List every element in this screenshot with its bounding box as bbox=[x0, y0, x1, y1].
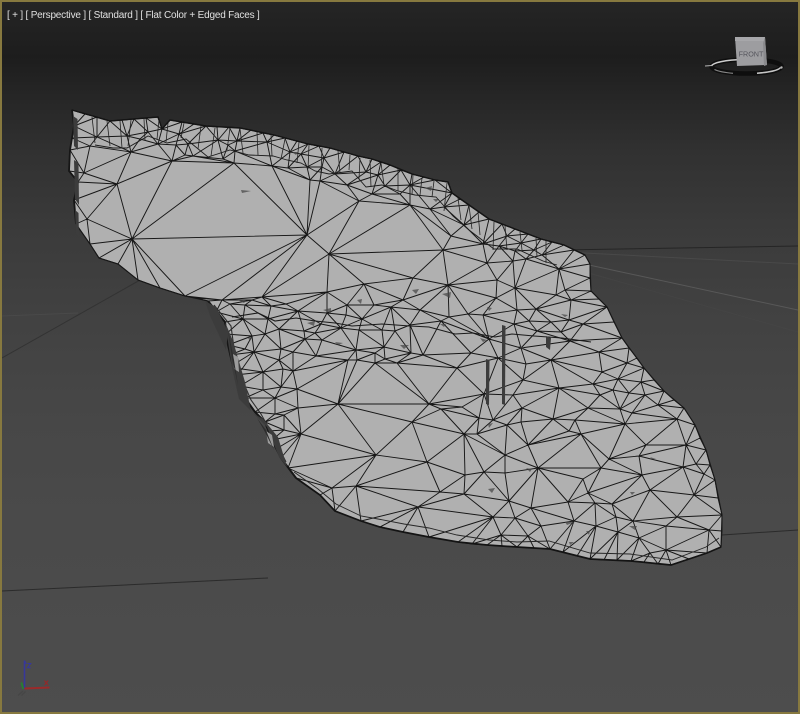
svg-text:FRONT: FRONT bbox=[739, 50, 764, 59]
